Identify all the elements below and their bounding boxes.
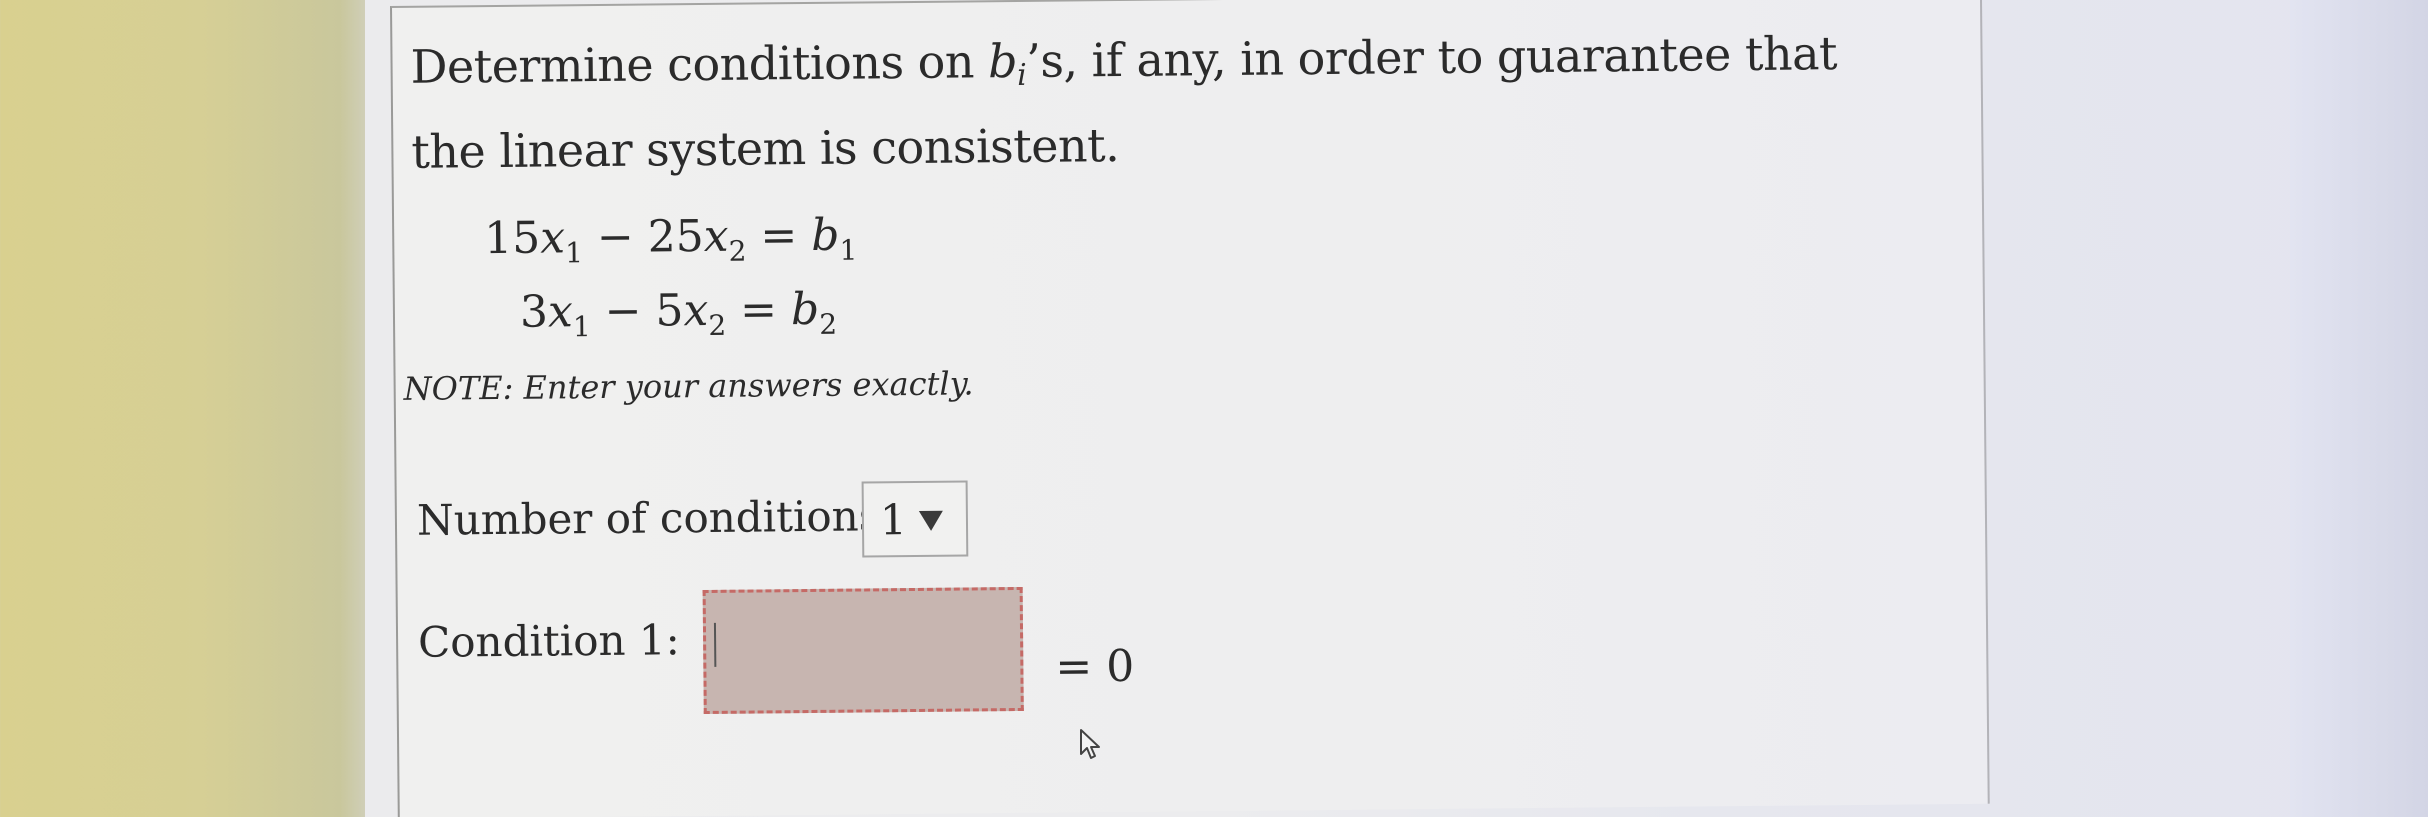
eq1-rhs: b — [810, 209, 840, 261]
conditions-count-select[interactable]: 1 — [861, 480, 969, 558]
eq1-sub1: 1 — [565, 236, 584, 270]
text-cursor — [713, 622, 717, 667]
question-text-start: Determine conditions on — [410, 34, 989, 94]
eq2-coef1: 3 — [519, 286, 549, 338]
eq1-coef2: 25 — [647, 211, 704, 263]
eq2-var1: x — [547, 286, 574, 338]
screen-edge — [2290, 0, 2428, 817]
eq2-rhs-sub: 2 — [819, 307, 838, 341]
eq2-sub2: 2 — [708, 308, 727, 342]
question-line-1: Determine conditions on bi’s, if any, in… — [410, 18, 1837, 117]
eq1-op: − — [582, 211, 648, 264]
condition-1-input[interactable] — [702, 586, 1024, 715]
triangle-down-icon — [918, 510, 943, 531]
condition-1-label: Condition 1: — [417, 615, 681, 667]
mouse-pointer-icon — [1080, 729, 1100, 759]
eq2-op: − — [590, 285, 656, 338]
question-text-end: ’s, if any, in order to guarantee that — [1025, 26, 1838, 88]
eq1-var1: x — [539, 212, 566, 264]
eq2-equals: = — [725, 284, 792, 336]
eq2-coef2: 5 — [655, 285, 684, 337]
question-line-2: the linear system is consistent. — [411, 118, 1120, 179]
equation-1: 15x1 − 25x2 = b1 — [484, 210, 858, 271]
eq2-sub1: 1 — [572, 310, 591, 344]
eq2-var2: x — [683, 284, 709, 337]
answer-note: NOTE: Enter your answers exactly. — [403, 364, 974, 408]
eq1-sub2: 2 — [728, 234, 747, 268]
conditions-count-value: 1 — [879, 494, 907, 544]
equation-2: 3x1 − 5x2 = b2 — [520, 284, 838, 344]
question-panel: Determine conditions on bi’s, if any, in… — [390, 0, 1990, 817]
eq1-coef1: 15 — [483, 212, 541, 265]
question-prompt: Determine conditions on bi’s, if any, in… — [410, 18, 1838, 187]
conditions-count-label: Number of conditions: — [416, 491, 895, 545]
eq1-rhs-sub: 1 — [839, 233, 858, 267]
eq1-var2: x — [703, 210, 729, 262]
eq1-equals: = — [746, 209, 812, 262]
equals-zero: = 0 — [1055, 640, 1135, 693]
eq2-rhs: b — [790, 283, 820, 336]
var-b-subscript: i — [1017, 57, 1027, 93]
var-b: b — [987, 33, 1018, 89]
